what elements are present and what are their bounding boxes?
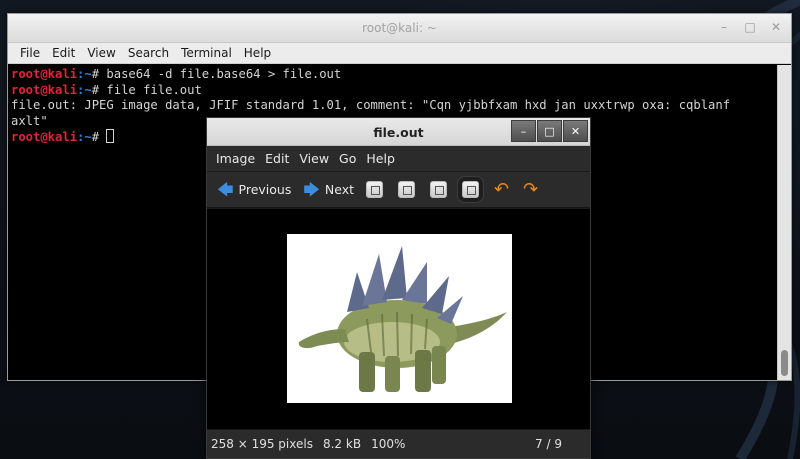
terminal-menu-file[interactable]: File [14,46,46,60]
terminal-line: root@kali:~# file file.out [11,83,774,99]
rotate-right-icon[interactable]: ↷ [523,180,538,199]
prompt-path: :~ [77,130,92,144]
zoom-level: 100% [371,437,406,451]
terminal-menu-search[interactable]: Search [122,46,175,60]
next-button[interactable]: 🡆 Next [303,179,355,199]
file-size: 8.2 kB [322,437,362,451]
viewer-menu-edit[interactable]: Edit [260,151,294,166]
viewer-minimize-button[interactable]: – [511,120,536,142]
normal-size-icon[interactable] [430,181,448,198]
prompt-user: root@kali [11,82,78,97]
terminal-menu-edit[interactable]: Edit [46,46,81,60]
terminal-scrollbar-thumb[interactable] [781,350,788,376]
viewer-titlebar[interactable]: file.out – □ ✕ [207,118,590,146]
terminal-output-line: file.out: JPEG image data, JFIF standard… [11,98,731,112]
terminal-menu-terminal[interactable]: Terminal [175,46,238,60]
terminal-line: root@kali:~# base64 -d file.base64 > fil… [11,67,774,83]
image-canvas[interactable] [207,209,590,431]
next-label: Next [324,182,355,197]
viewer-menu-view[interactable]: View [294,151,334,166]
viewer-maximize-button[interactable]: □ [537,120,562,142]
terminal-menu-view[interactable]: View [81,46,121,60]
arrow-left-icon: 🡄 [217,179,234,199]
terminal-cursor [106,129,115,143]
rotate-left-icon[interactable]: ↶ [494,180,509,199]
viewer-menu-image[interactable]: Image [211,151,260,166]
previous-label: Previous [238,182,292,197]
viewer-menu-go[interactable]: Go [334,151,361,166]
previous-button[interactable]: 🡄 Previous [217,179,292,199]
prompt-user: root@kali [11,67,78,81]
terminal-menubar: File Edit View Search Terminal Help [8,43,791,64]
viewer-close-button[interactable]: ✕ [563,120,588,142]
terminal-scrollbar[interactable] [777,65,791,380]
command-text: # [91,130,107,144]
terminal-close-button[interactable]: ✕ [769,20,783,34]
prompt-path: :~ [77,67,92,81]
zoom-in-icon[interactable] [366,181,384,198]
image-viewer-window: file.out – □ ✕ Image Edit View Go Help 🡄… [206,117,591,459]
stegosaurus-illustration [298,246,507,392]
zoom-out-icon[interactable] [398,181,416,198]
image-position: 7 / 9 [535,437,562,451]
terminal-minimize-button[interactable]: – [717,20,731,34]
prompt-user: root@kali [11,130,78,144]
viewer-toolbar: 🡄 Previous 🡆 Next ↶ ↷ [207,172,590,208]
terminal-titlebar[interactable]: root@kali: ~ – □ ✕ [8,14,791,43]
image-dimensions: 258 × 195 pixels [211,437,313,451]
terminal-title: root@kali: ~ [362,21,437,35]
stegosaurus-image [287,234,512,403]
command-text: # file file.out [91,82,202,97]
viewer-menubar: Image Edit View Go Help [207,146,590,172]
best-fit-icon[interactable] [462,181,480,198]
viewer-menu-help[interactable]: Help [361,151,400,166]
prompt-path: :~ [77,82,92,97]
viewer-statusbar: 258 × 195 pixels 8.2 kB 100% 7 / 9 [207,429,590,458]
terminal-maximize-button[interactable]: □ [743,20,757,34]
terminal-menu-help[interactable]: Help [238,46,277,60]
command-text: # base64 -d file.base64 > file.out [91,67,342,81]
arrow-right-icon: 🡆 [303,179,320,199]
